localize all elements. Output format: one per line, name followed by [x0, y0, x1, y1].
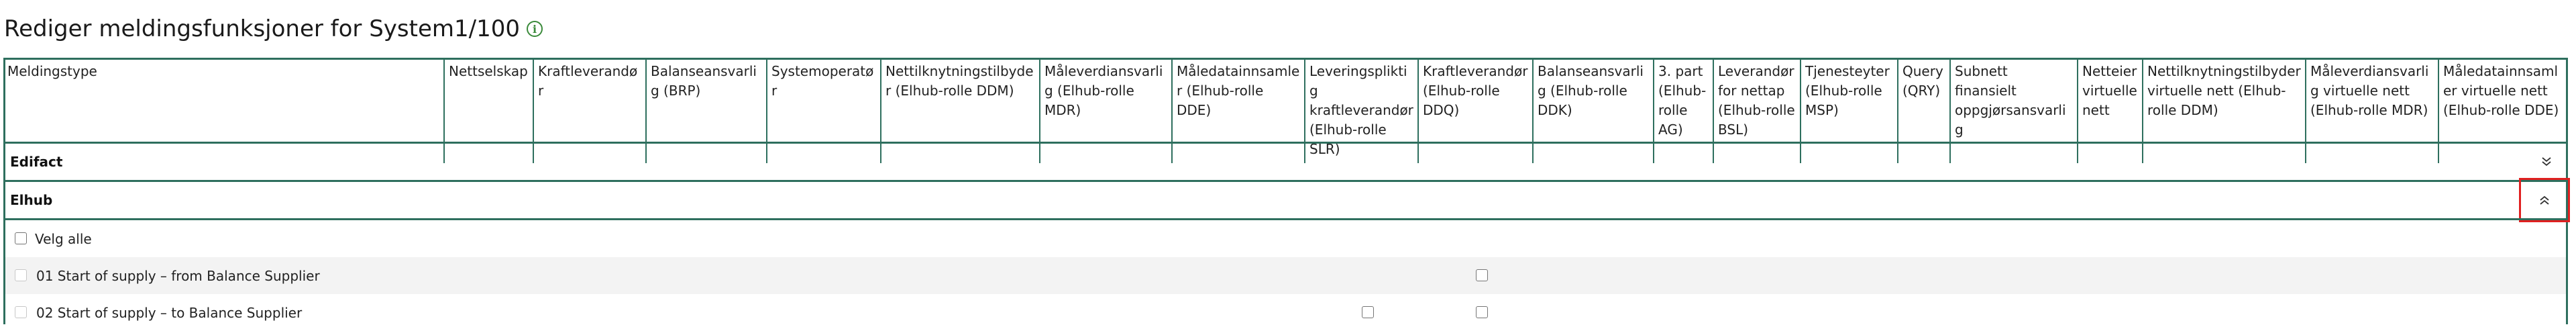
ddq-checkbox[interactable] [1476, 269, 1488, 281]
select-all-row: Velg alle [5, 220, 2566, 257]
section-label: Elhub [10, 192, 53, 208]
ddq-checkbox[interactable] [1476, 306, 1488, 318]
page-title: Rediger meldingsfunksjoner for System1/1… [4, 15, 520, 42]
section-label: Edifact [10, 154, 63, 170]
section-elhub[interactable]: Elhub [3, 178, 2570, 222]
select-all-checkbox[interactable] [15, 232, 27, 244]
row-checkbox[interactable] [15, 269, 27, 281]
page-header: Rediger meldingsfunksjoner for System1/1… [4, 12, 543, 46]
select-all-label: Velg alle [35, 230, 92, 247]
table-row: 02 Start of supply – to Balance Supplier [5, 294, 2566, 331]
info-icon[interactable]: i [526, 21, 543, 37]
message-type-label: 02 Start of supply – to Balance Supplier [36, 304, 303, 321]
message-type-label: 01 Start of supply – from Balance Suppli… [36, 267, 320, 284]
row-checkbox[interactable] [15, 306, 27, 318]
chevron-double-up-icon[interactable] [2519, 178, 2570, 222]
table-row: 01 Start of supply – from Balance Suppli… [5, 257, 2566, 294]
chevron-double-down-icon[interactable] [2537, 152, 2556, 171]
section-edifact[interactable]: Edifact [3, 142, 2568, 180]
slr-checkbox[interactable] [1362, 306, 1374, 318]
